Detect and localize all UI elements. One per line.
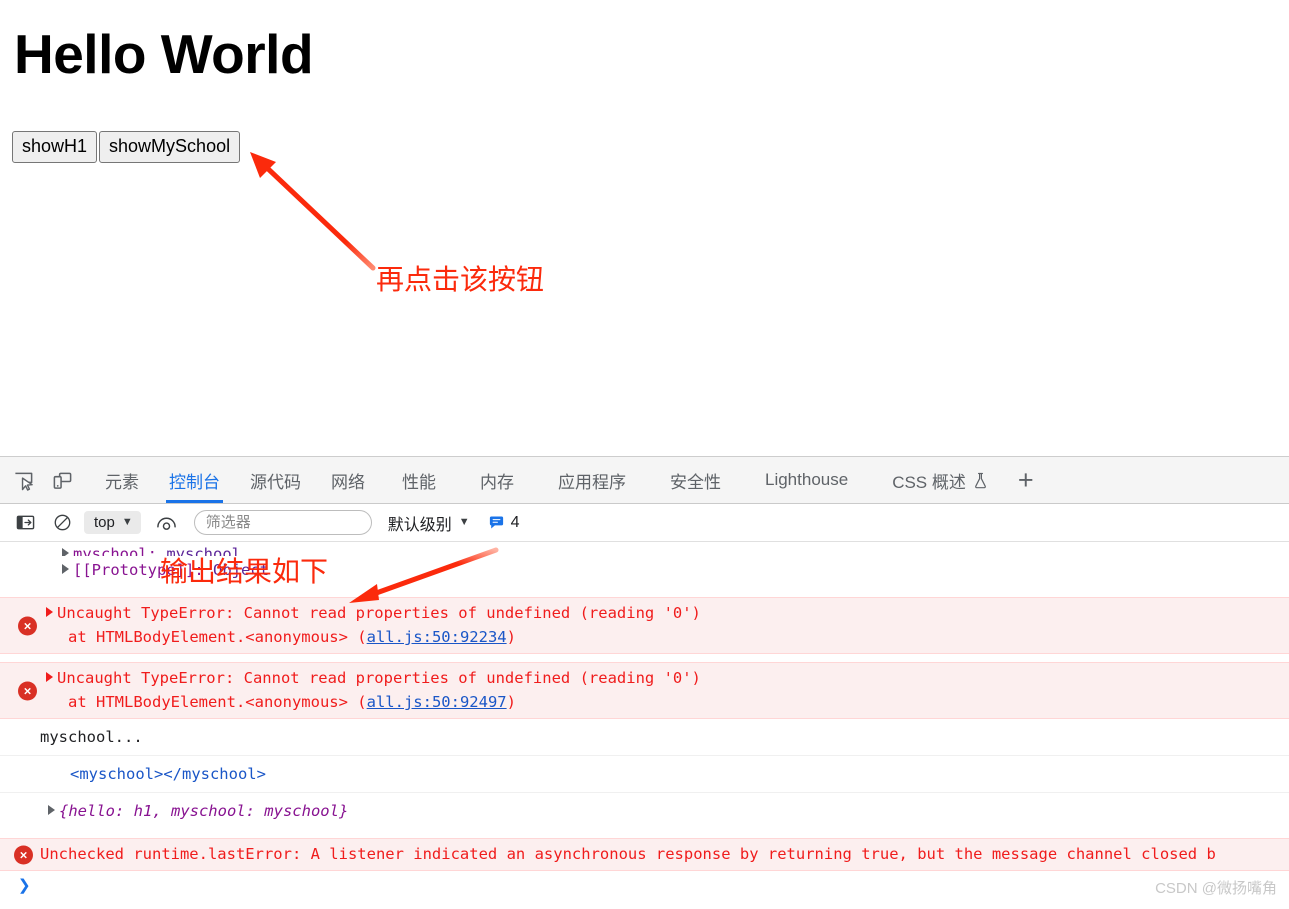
- experiment-flask-icon: [973, 472, 988, 489]
- error-stack-line: at HTMLBodyElement.<anonymous> (all.js:5…: [46, 690, 1289, 714]
- tab-console[interactable]: 控制台: [154, 457, 235, 503]
- page-viewport: Hello World showH1 showMySchool 再点击该按钮: [0, 0, 1289, 456]
- console-sidebar-icon[interactable]: [10, 508, 41, 538]
- console-row-error[interactable]: × Uncaught TypeError: Cannot read proper…: [0, 662, 1289, 719]
- error-source-link[interactable]: all.js:50:92234: [367, 628, 507, 646]
- console-row-error[interactable]: × Unchecked runtime.lastError: A listene…: [0, 838, 1289, 871]
- clear-console-icon[interactable]: [47, 508, 78, 538]
- execution-context-select[interactable]: top ▼: [84, 511, 141, 534]
- error-icon: ×: [18, 616, 37, 635]
- live-expression-icon[interactable]: [151, 508, 182, 538]
- console-prompt[interactable]: ❯: [0, 871, 31, 899]
- error-stack-suffix: ): [506, 693, 516, 711]
- error-stack-line: at HTMLBodyElement.<anonymous> (all.js:5…: [46, 625, 1289, 649]
- console-toolbar: top ▼ 默认级别 ▼ 4: [0, 504, 1289, 542]
- tab-css-overview[interactable]: CSS 概述: [870, 457, 1002, 503]
- annotation-label-click-button: 再点击该按钮: [376, 263, 545, 296]
- error-stack-prefix: at HTMLBodyElement.<anonymous> (: [68, 693, 367, 711]
- console-row-element[interactable]: <myschool></myschool>: [0, 756, 1289, 793]
- expand-triangle-icon[interactable]: [48, 805, 55, 815]
- console-row-error[interactable]: × Uncaught TypeError: Cannot read proper…: [0, 597, 1289, 654]
- error-stack-suffix: ): [506, 628, 516, 646]
- issues-bubble-icon: [488, 514, 505, 531]
- device-toolbar-icon[interactable]: [47, 465, 78, 495]
- show-h1-button[interactable]: showH1: [12, 131, 98, 163]
- tab-lighthouse[interactable]: Lighthouse: [743, 457, 870, 503]
- tab-security[interactable]: 安全性: [648, 457, 743, 503]
- devtools-panel: 元素 控制台 源代码 网络 性能 内存 应用程序 安全性 Lighthouse …: [0, 456, 1289, 909]
- annotation-arrow-top: [250, 152, 376, 271]
- object-property-key: myschool:: [73, 545, 157, 556]
- log-level-value: 默认级别: [387, 516, 452, 534]
- tab-network[interactable]: 网络: [316, 457, 380, 503]
- tab-css-overview-label: CSS 概述: [892, 472, 966, 492]
- add-panel-button[interactable]: +: [1002, 457, 1050, 503]
- tab-sources[interactable]: 源代码: [235, 457, 316, 503]
- expand-triangle-icon[interactable]: [46, 672, 53, 682]
- tab-performance[interactable]: 性能: [380, 457, 458, 503]
- expand-triangle-icon[interactable]: [62, 564, 69, 574]
- tab-application[interactable]: 应用程序: [536, 457, 648, 503]
- log-level-select[interactable]: 默认级别 ▼: [388, 511, 470, 535]
- watermark: CSDN @微扬嘴角: [1155, 880, 1277, 897]
- object-preview: {hello: h1, myschool: myschool}: [59, 802, 349, 820]
- error-icon: ×: [18, 681, 37, 700]
- execution-context-value: top: [94, 514, 115, 531]
- console-message-list[interactable]: myschool: myschool [[Prototype]]: Object…: [0, 542, 1289, 909]
- console-row-log[interactable]: myschool...: [0, 719, 1289, 756]
- inspect-element-icon[interactable]: [8, 465, 39, 495]
- show-myschool-button[interactable]: showMySchool: [99, 131, 241, 163]
- error-message-text: Uncaught TypeError: Cannot read properti…: [57, 669, 701, 687]
- page-button-row: showH1 showMySchool: [12, 131, 241, 163]
- error-stack-prefix: at HTMLBodyElement.<anonymous> (: [68, 628, 367, 646]
- expand-triangle-icon[interactable]: [46, 607, 53, 617]
- chevron-down-icon: ▼: [121, 516, 133, 528]
- element-markup: <myschool></myschool>: [70, 765, 266, 783]
- issues-count: 4: [510, 513, 520, 531]
- expand-triangle-icon[interactable]: [62, 548, 69, 556]
- chevron-down-icon: ▼: [458, 516, 470, 528]
- tab-memory[interactable]: 内存: [458, 457, 536, 503]
- prompt-caret-icon: ❯: [18, 873, 31, 897]
- issues-badge[interactable]: 4: [488, 514, 520, 532]
- page-title: Hello World: [14, 23, 314, 85]
- annotation-label-output-result: 输出结果如下: [160, 555, 329, 588]
- console-filter-input[interactable]: [193, 510, 372, 535]
- tab-elements[interactable]: 元素: [90, 457, 154, 503]
- error-icon: ×: [14, 845, 33, 864]
- console-row-object[interactable]: {hello: h1, myschool: myschool}: [0, 793, 1289, 829]
- log-text: myschool...: [40, 728, 143, 746]
- error-message-text: Unchecked runtime.lastError: A listener …: [40, 845, 1216, 863]
- error-source-link[interactable]: all.js:50:92497: [367, 693, 507, 711]
- devtools-tabbar: 元素 控制台 源代码 网络 性能 内存 应用程序 安全性 Lighthouse …: [0, 457, 1289, 504]
- error-message-text: Uncaught TypeError: Cannot read properti…: [57, 604, 701, 622]
